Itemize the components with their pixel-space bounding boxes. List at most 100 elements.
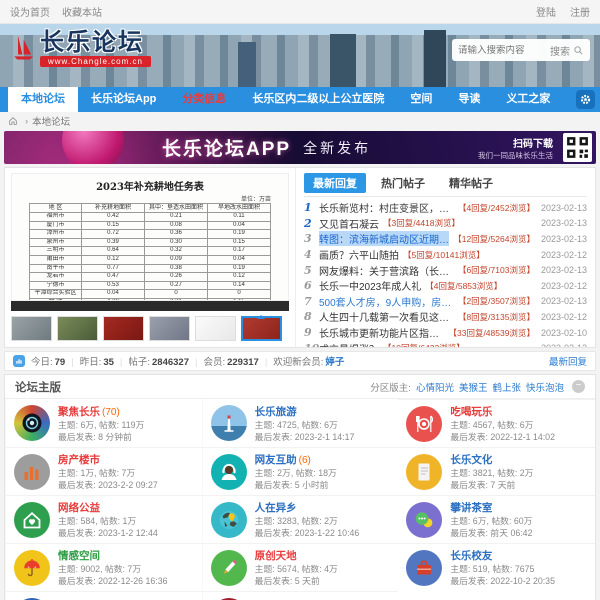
auth-link[interactable]: 登陆 bbox=[536, 8, 556, 19]
post-item[interactable]: 5 网友爆料：关于营滨路（长乐站段）久未修复的回复 【6回复/7103浏览】 2… bbox=[304, 262, 587, 278]
table-row: 漳州市0.720.360.19 bbox=[30, 230, 271, 239]
forum-title-link[interactable]: 聚焦长乐 bbox=[58, 406, 100, 418]
forum-item[interactable]: 攀讲茶室 主题: 6万, 帖数: 60万 最后发表: 前天 06:42 bbox=[398, 495, 595, 543]
forum-stats: 主题: 6万, 帖数: 119万 bbox=[58, 419, 144, 431]
forum-item[interactable]: 网络公益 主题: 584, 帖数: 1万 最后发表: 2023-1-2 12:4… bbox=[5, 495, 202, 543]
topbar-link[interactable]: 收藏本站 bbox=[62, 8, 102, 19]
carousel-thumbnail-hall-photo[interactable] bbox=[241, 316, 282, 341]
forum-item[interactable]: 房产楼市 主题: 1万, 帖数: 7万 最后发表: 2023-2-2 09:27 bbox=[5, 447, 202, 495]
post-item[interactable]: 2 又见首石凝云 【3回复/4418浏览】 2023-02-13 bbox=[304, 216, 587, 232]
post-item[interactable]: 7 500套人才房，9人申购，房价根据人才类别仅按市场评估 【2回复/3507浏… bbox=[304, 294, 587, 310]
post-item[interactable]: 4 画质？六平山随拍 【5回复/10141浏览】 2023-02-12 bbox=[304, 247, 587, 263]
post-rank: 10 bbox=[304, 342, 319, 347]
umbrella-forum-icon bbox=[14, 550, 50, 586]
forum-title-link[interactable]: 攀讲茶室 bbox=[450, 502, 492, 514]
forum-item[interactable]: 长乐旗袍爱好者 bbox=[5, 591, 202, 600]
qr-code-icon bbox=[565, 135, 590, 160]
post-title-link[interactable]: 人生四十几载第一次看见这种东西 bbox=[319, 309, 454, 324]
post-title-link[interactable]: 又见首石凝云 bbox=[319, 216, 379, 231]
nav-item[interactable]: 长乐区内二级以上公立医院 bbox=[239, 87, 397, 112]
nav-item[interactable]: 空间 bbox=[397, 87, 445, 112]
post-item[interactable]: 9 长乐城市更新功能片区指挥部已经开会怎么干了，其他片 【33回复/48539浏… bbox=[304, 325, 587, 341]
forum-title-link[interactable]: 情感空间 bbox=[58, 550, 100, 562]
toolbox-forum-icon bbox=[406, 550, 442, 586]
search-box[interactable]: 搜索 bbox=[452, 39, 590, 61]
forum-stats: 主题: 4567, 帖数: 6万 bbox=[450, 419, 555, 431]
forum-item[interactable]: 聚焦长乐(70) 主题: 6万, 帖数: 119万 最后发表: 8 分钟前 bbox=[5, 399, 202, 447]
forum-title-link[interactable]: 网络公益 bbox=[58, 502, 100, 514]
forum-item[interactable]: 情感空间 主题: 9002, 帖数: 7万 最后发表: 2022-12-26 1… bbox=[5, 543, 202, 591]
home-icon[interactable] bbox=[8, 116, 18, 126]
forum-title-link[interactable]: 长乐文化 bbox=[450, 454, 492, 466]
post-title-link[interactable]: 长乐城市更新功能片区指挥部已经开会怎么干了，其他片 bbox=[319, 325, 444, 340]
forum-item[interactable]: 吃喝玩乐 主题: 4567, 帖数: 6万 最后发表: 2022-12-1 14… bbox=[398, 399, 595, 447]
forum-item[interactable]: 原创天地 主题: 5674, 帖数: 4万 最后发表: 5 天前 bbox=[202, 543, 399, 591]
topbar-link[interactable]: 设为首页 bbox=[10, 8, 50, 19]
carousel-thumbnail-document-photo[interactable] bbox=[195, 316, 236, 341]
settings-button[interactable] bbox=[576, 90, 595, 109]
post-item[interactable]: 8 人生四十几载第一次看见这种东西 【8回复/3135浏览】 2023-02-1… bbox=[304, 309, 587, 325]
forum-stats: 主题: 3283, 帖数: 2万 bbox=[255, 515, 360, 527]
forum-item[interactable]: 长乐文化 主题: 3821, 帖数: 2万 最后发表: 7 天前 bbox=[398, 447, 595, 495]
moderator-link[interactable]: 快乐泡泡 bbox=[526, 380, 564, 394]
site-logo[interactable]: 长乐论坛 www.Changle.com.cn bbox=[8, 30, 151, 67]
posts-tab[interactable]: 精华帖子 bbox=[440, 173, 502, 193]
forum-item[interactable]: 人在异乡 主题: 3283, 帖数: 2万 最后发表: 2023-1-22 10… bbox=[202, 495, 399, 543]
slide-data-table: 地 区 补充耕地面积 其中：垦造水田面积 旱地改水田面积 福州市0.420.21… bbox=[29, 203, 271, 301]
forum-title-link[interactable]: 网友互助 bbox=[255, 454, 297, 466]
app-promo-banner[interactable]: 长乐论坛APP 全新发布 扫码下载 我们一同品味长乐生活 bbox=[4, 131, 596, 164]
moderator-link[interactable]: 心情阳光 bbox=[416, 380, 454, 394]
forum-title-link[interactable]: 房产楼市 bbox=[58, 454, 100, 466]
nav-item[interactable]: 分类信息 bbox=[169, 87, 239, 112]
moderator-link[interactable]: 美猴王 bbox=[459, 380, 488, 394]
forum-item[interactable]: 网友互助(6) 主题: 2万, 帖数: 18万 最后发表: 5 小时前 bbox=[202, 447, 399, 495]
barchart-forum-icon bbox=[14, 454, 50, 490]
nav-item[interactable]: 导读 bbox=[445, 87, 493, 112]
post-title-link[interactable]: 长乐一中2023年成人礼 bbox=[319, 278, 421, 293]
collapse-section-button[interactable]: − bbox=[572, 380, 585, 393]
posts-tab[interactable]: 热门帖子 bbox=[372, 173, 434, 193]
nav-item[interactable]: 本地论坛 bbox=[8, 87, 78, 112]
forum-title-link[interactable]: 原创天地 bbox=[255, 550, 297, 562]
forum-last-post: 最后发表: 前天 06:42 bbox=[450, 527, 532, 539]
post-title-link[interactable]: 网友爆料：关于营滨路（长乐站段）久未修复的回复 bbox=[319, 263, 454, 278]
post-item[interactable]: 3 转图：滨海新城启动区近期航拍图 【12回复/5264浏览】 2023-02-… bbox=[304, 231, 587, 247]
carousel-thumbnail-street-photo[interactable] bbox=[11, 316, 52, 341]
forum-item[interactable]: 长乐校友 主题: 519, 帖数: 7675 最后发表: 2022-10-2 2… bbox=[398, 543, 595, 591]
breadcrumb-current[interactable]: 本地论坛 bbox=[32, 114, 70, 128]
moderator-link[interactable]: 鹤上张 bbox=[492, 380, 521, 394]
nav-item[interactable]: 长乐论坛App bbox=[78, 87, 169, 112]
forum-title-link[interactable]: 长乐校友 bbox=[450, 550, 492, 562]
post-item[interactable]: 6 长乐一中2023年成人礼 【4回复/5853浏览】 2023-02-12 bbox=[304, 278, 587, 294]
search-input[interactable] bbox=[458, 45, 550, 56]
post-title-link[interactable]: 长乐新览村：村庄变景区，风景变钱景 bbox=[319, 200, 454, 215]
post-reply-view-count: 【12回复/5264浏览】 bbox=[453, 233, 535, 245]
forum-title-link[interactable]: 长乐旅游 bbox=[255, 406, 297, 418]
post-title-link[interactable]: 成交量爆涨？ bbox=[319, 341, 379, 347]
forum-last-post: 最后发表: 2023-1-22 10:46 bbox=[255, 527, 360, 539]
nav-item[interactable]: 义工之家 bbox=[493, 87, 563, 112]
forum-title-link[interactable]: 人在异乡 bbox=[255, 502, 297, 514]
post-date: 2023-02-12 bbox=[535, 250, 587, 260]
forum-item[interactable]: 长乐旅游 主题: 4725, 帖数: 6万 最后发表: 2023-2-1 14:… bbox=[202, 399, 399, 447]
forum-stats: 主题: 584, 帖数: 1万 bbox=[58, 515, 158, 527]
post-reply-view-count: 【5回复/10141浏览】 bbox=[403, 249, 485, 261]
posts-tab[interactable]: 最新回复 bbox=[304, 173, 366, 193]
carousel-slide[interactable]: 2023年补充耕地任务表 单位：万亩 地 区 补充耕地面积 其中：垦造水田面积 … bbox=[11, 173, 289, 301]
carousel-thumbnail-red-sign-photo[interactable] bbox=[103, 316, 144, 341]
chat-forum-icon bbox=[406, 502, 442, 538]
search-button[interactable]: 搜索 bbox=[550, 43, 584, 58]
forum-item[interactable]: 长乐汉服爱好者 bbox=[202, 591, 399, 600]
site-url-ribbon: www.Changle.com.cn bbox=[40, 56, 151, 67]
carousel-thumbnail-building-photo[interactable] bbox=[149, 316, 190, 341]
post-item[interactable]: 1 长乐新览村：村庄变景区，风景变钱景 【4回复/2452浏览】 2023-02… bbox=[304, 200, 587, 216]
latest-replies-link[interactable]: 最新回复 bbox=[549, 354, 587, 368]
post-title-link[interactable]: 500套人才房，9人申购，房价根据人才类别仅按市场评估 bbox=[319, 294, 454, 309]
post-title-link[interactable]: 画质？六平山随拍 bbox=[319, 247, 399, 262]
post-item[interactable]: 10 成交量爆涨？ 【10回复/6423浏览】 2023-02-13 bbox=[304, 340, 587, 347]
carousel-thumbnail-people-photo[interactable] bbox=[57, 316, 98, 341]
auth-link[interactable]: 注册 bbox=[570, 8, 590, 19]
forum-title-link[interactable]: 吃喝玩乐 bbox=[450, 406, 492, 418]
post-title-link[interactable]: 转图：滨海新城启动区近期航拍图 bbox=[319, 231, 449, 246]
globe-forum-icon bbox=[211, 502, 247, 538]
